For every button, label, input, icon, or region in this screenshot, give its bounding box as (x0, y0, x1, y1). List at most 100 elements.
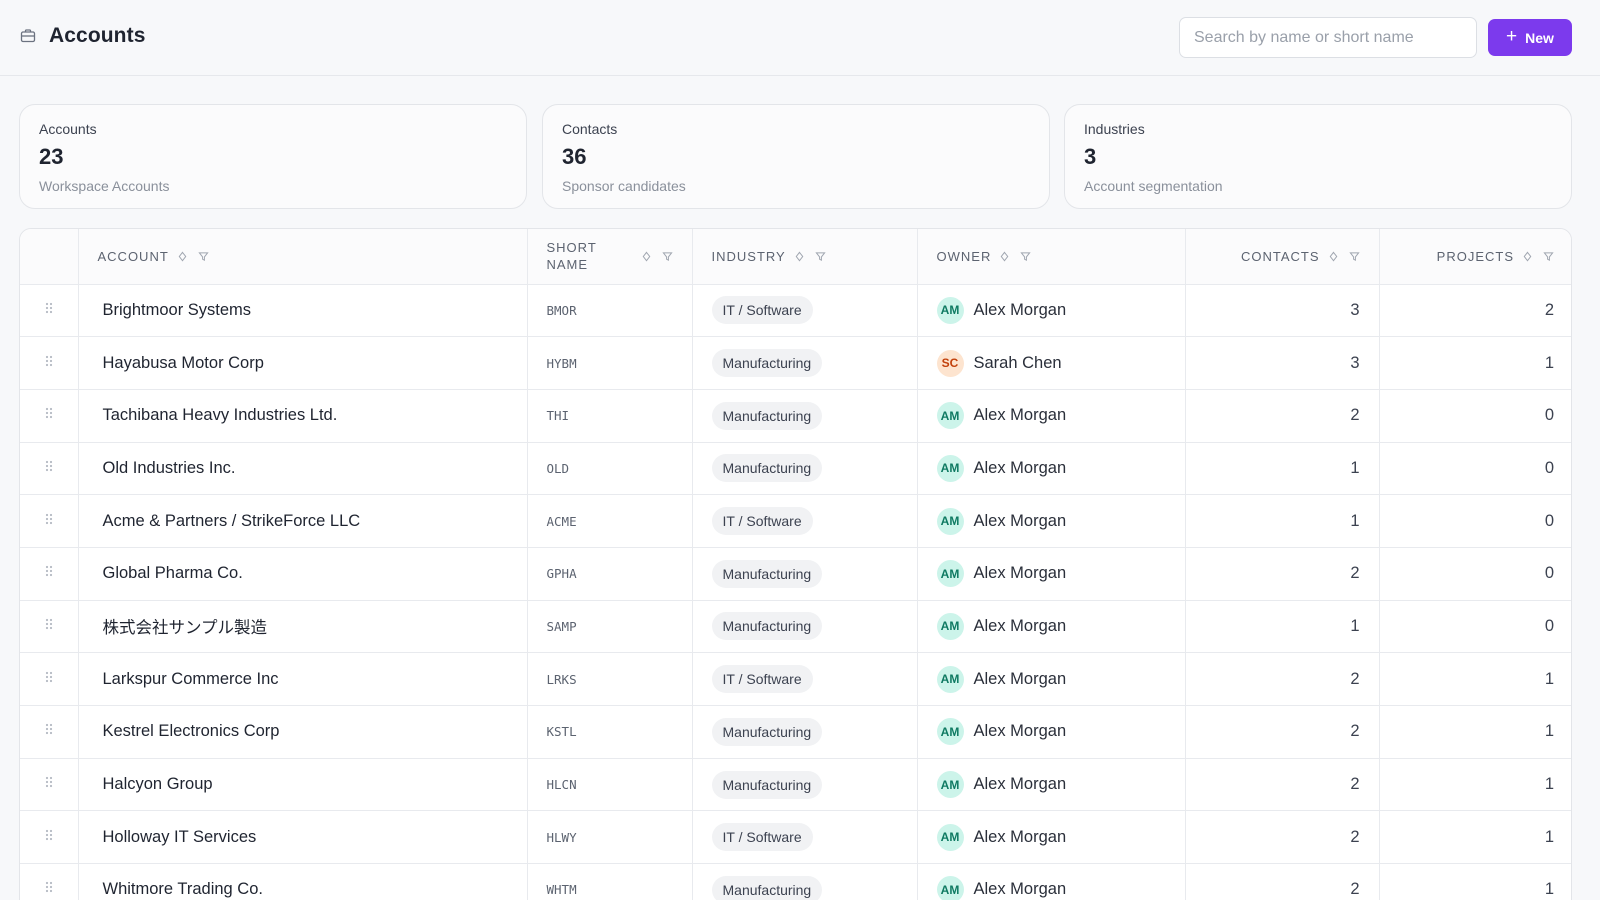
table-row[interactable]: Holloway IT Services HLWY IT / Software … (20, 810, 1571, 865)
drag-handle-cell[interactable] (20, 705, 79, 759)
table-row[interactable]: Kestrel Electronics Corp KSTL Manufactur… (20, 705, 1571, 759)
column-header-projects[interactable]: PROJECTS (1379, 229, 1571, 285)
drag-handle-icon[interactable] (44, 722, 54, 736)
contacts-count: 1 (1185, 494, 1380, 548)
account-name[interactable]: Old Industries Inc. (78, 442, 528, 496)
account-name[interactable]: Larkspur Commerce Inc (78, 652, 528, 706)
projects-count: 1 (1379, 705, 1571, 759)
short-name: ACME (527, 494, 693, 548)
sort-icon[interactable] (641, 251, 652, 262)
filter-icon[interactable] (1020, 251, 1031, 262)
drag-handle-icon[interactable] (44, 828, 54, 842)
account-name[interactable]: Halcyon Group (78, 758, 528, 812)
stat-value: 23 (39, 144, 64, 169)
drag-handle-icon[interactable] (44, 775, 54, 789)
drag-handle-cell[interactable] (20, 547, 79, 601)
table-row[interactable]: Halcyon Group HLCN Manufacturing AM Alex… (20, 758, 1571, 812)
new-account-button[interactable]: + New (1488, 19, 1572, 56)
short-name: HLCN (527, 758, 693, 812)
filter-icon[interactable] (198, 251, 209, 262)
account-name[interactable]: Hayabusa Motor Corp (78, 336, 528, 390)
account-name[interactable]: Acme & Partners / StrikeForce LLC (78, 494, 528, 548)
sort-icon[interactable] (794, 251, 805, 262)
drag-handle-cell[interactable] (20, 284, 79, 338)
filter-icon[interactable] (815, 251, 826, 262)
drag-handle-icon[interactable] (44, 301, 54, 315)
owner-cell: AM Alex Morgan (917, 810, 1186, 865)
drag-handle-cell[interactable] (20, 494, 79, 548)
header-drag-column (20, 229, 79, 285)
drag-handle-cell[interactable] (20, 442, 79, 496)
drag-handle-icon[interactable] (44, 670, 54, 684)
column-header-industry[interactable]: INDUSTRY (692, 229, 918, 285)
drag-handle-icon[interactable] (44, 354, 54, 368)
account-name[interactable]: Brightmoor Systems (78, 284, 528, 338)
sort-icon[interactable] (1522, 251, 1533, 262)
short-name: OLD (527, 442, 693, 496)
owner-avatar: AM (936, 823, 964, 851)
table-row[interactable]: Hayabusa Motor Corp HYBM Manufacturing S… (20, 336, 1571, 390)
table-row[interactable]: 株式会社サンプル製造 SAMP Manufacturing AM Alex Mo… (20, 600, 1571, 654)
table-row[interactable]: Old Industries Inc. OLD Manufacturing AM… (20, 442, 1571, 496)
drag-handle-icon[interactable] (44, 512, 54, 526)
account-name[interactable]: Tachibana Heavy Industries Ltd. (78, 389, 528, 443)
industry-cell: Manufacturing (692, 336, 918, 390)
table-row[interactable]: Acme & Partners / StrikeForce LLC ACME I… (20, 494, 1571, 548)
drag-handle-cell[interactable] (20, 652, 79, 706)
drag-handle-cell[interactable] (20, 389, 79, 443)
drag-handle-cell[interactable] (20, 600, 79, 654)
table-row[interactable]: Tachibana Heavy Industries Ltd. THI Manu… (20, 389, 1571, 443)
drag-handle-cell[interactable] (20, 863, 79, 900)
industry-badge: Manufacturing (711, 349, 823, 378)
owner-name: Alex Morgan (973, 406, 1067, 425)
projects-count: 1 (1379, 652, 1571, 706)
owner-avatar: AM (936, 296, 964, 324)
table-row[interactable]: Brightmoor Systems BMOR IT / Software AM… (20, 284, 1571, 338)
sort-icon[interactable] (1328, 251, 1339, 262)
search-input[interactable] (1179, 17, 1477, 58)
filter-icon[interactable] (1543, 251, 1554, 262)
account-name[interactable]: 株式会社サンプル製造 (78, 600, 528, 654)
drag-handle-cell[interactable] (20, 336, 79, 390)
account-name[interactable]: Global Pharma Co. (78, 547, 528, 601)
filter-icon[interactable] (1348, 251, 1360, 262)
drag-handle-cell[interactable] (20, 810, 79, 865)
account-name[interactable]: Kestrel Electronics Corp (78, 705, 528, 759)
sort-icon[interactable] (999, 251, 1010, 262)
column-header-short-name[interactable]: SHORT NAME (527, 229, 693, 285)
owner-avatar: AM (936, 771, 964, 799)
industry-badge: Manufacturing (711, 770, 823, 799)
stat-value: 3 (1084, 144, 1097, 169)
owner-cell: AM Alex Morgan (917, 442, 1186, 496)
owner-avatar: AM (936, 507, 964, 535)
stat-card-contacts: Contacts 36 Sponsor candidates (542, 104, 1050, 209)
column-header-owner[interactable]: OWNER (917, 229, 1186, 285)
filter-icon[interactable] (661, 251, 673, 262)
industry-badge: Manufacturing (711, 875, 823, 900)
owner-name: Alex Morgan (973, 669, 1067, 688)
projects-count: 1 (1379, 810, 1571, 865)
owner-avatar: AM (936, 612, 964, 640)
industry-cell: IT / Software (692, 810, 918, 865)
drag-handle-icon[interactable] (44, 459, 54, 473)
drag-handle-cell[interactable] (20, 758, 79, 812)
contacts-count: 2 (1185, 547, 1380, 601)
drag-handle-icon[interactable] (44, 880, 54, 894)
owner-cell: AM Alex Morgan (917, 758, 1186, 812)
column-header-contacts[interactable]: CONTACTS (1185, 229, 1380, 285)
contacts-count: 2 (1185, 389, 1380, 443)
column-header-account[interactable]: ACCOUNT (78, 229, 528, 285)
drag-handle-icon[interactable] (44, 406, 54, 420)
sort-icon[interactable] (177, 251, 188, 262)
account-name[interactable]: Whitmore Trading Co. (78, 863, 528, 900)
column-label: INDUSTRY (711, 248, 786, 264)
drag-handle-icon[interactable] (44, 564, 54, 578)
owner-name: Alex Morgan (973, 458, 1067, 477)
table-row[interactable]: Global Pharma Co. GPHA Manufacturing AM … (20, 547, 1571, 601)
owner-name: Sarah Chen (973, 353, 1062, 372)
table-row[interactable]: Whitmore Trading Co. WHTM Manufacturing … (20, 863, 1571, 900)
short-name: KSTL (527, 705, 693, 759)
table-row[interactable]: Larkspur Commerce Inc LRKS IT / Software… (20, 652, 1571, 706)
account-name[interactable]: Holloway IT Services (78, 810, 528, 865)
drag-handle-icon[interactable] (44, 617, 54, 631)
